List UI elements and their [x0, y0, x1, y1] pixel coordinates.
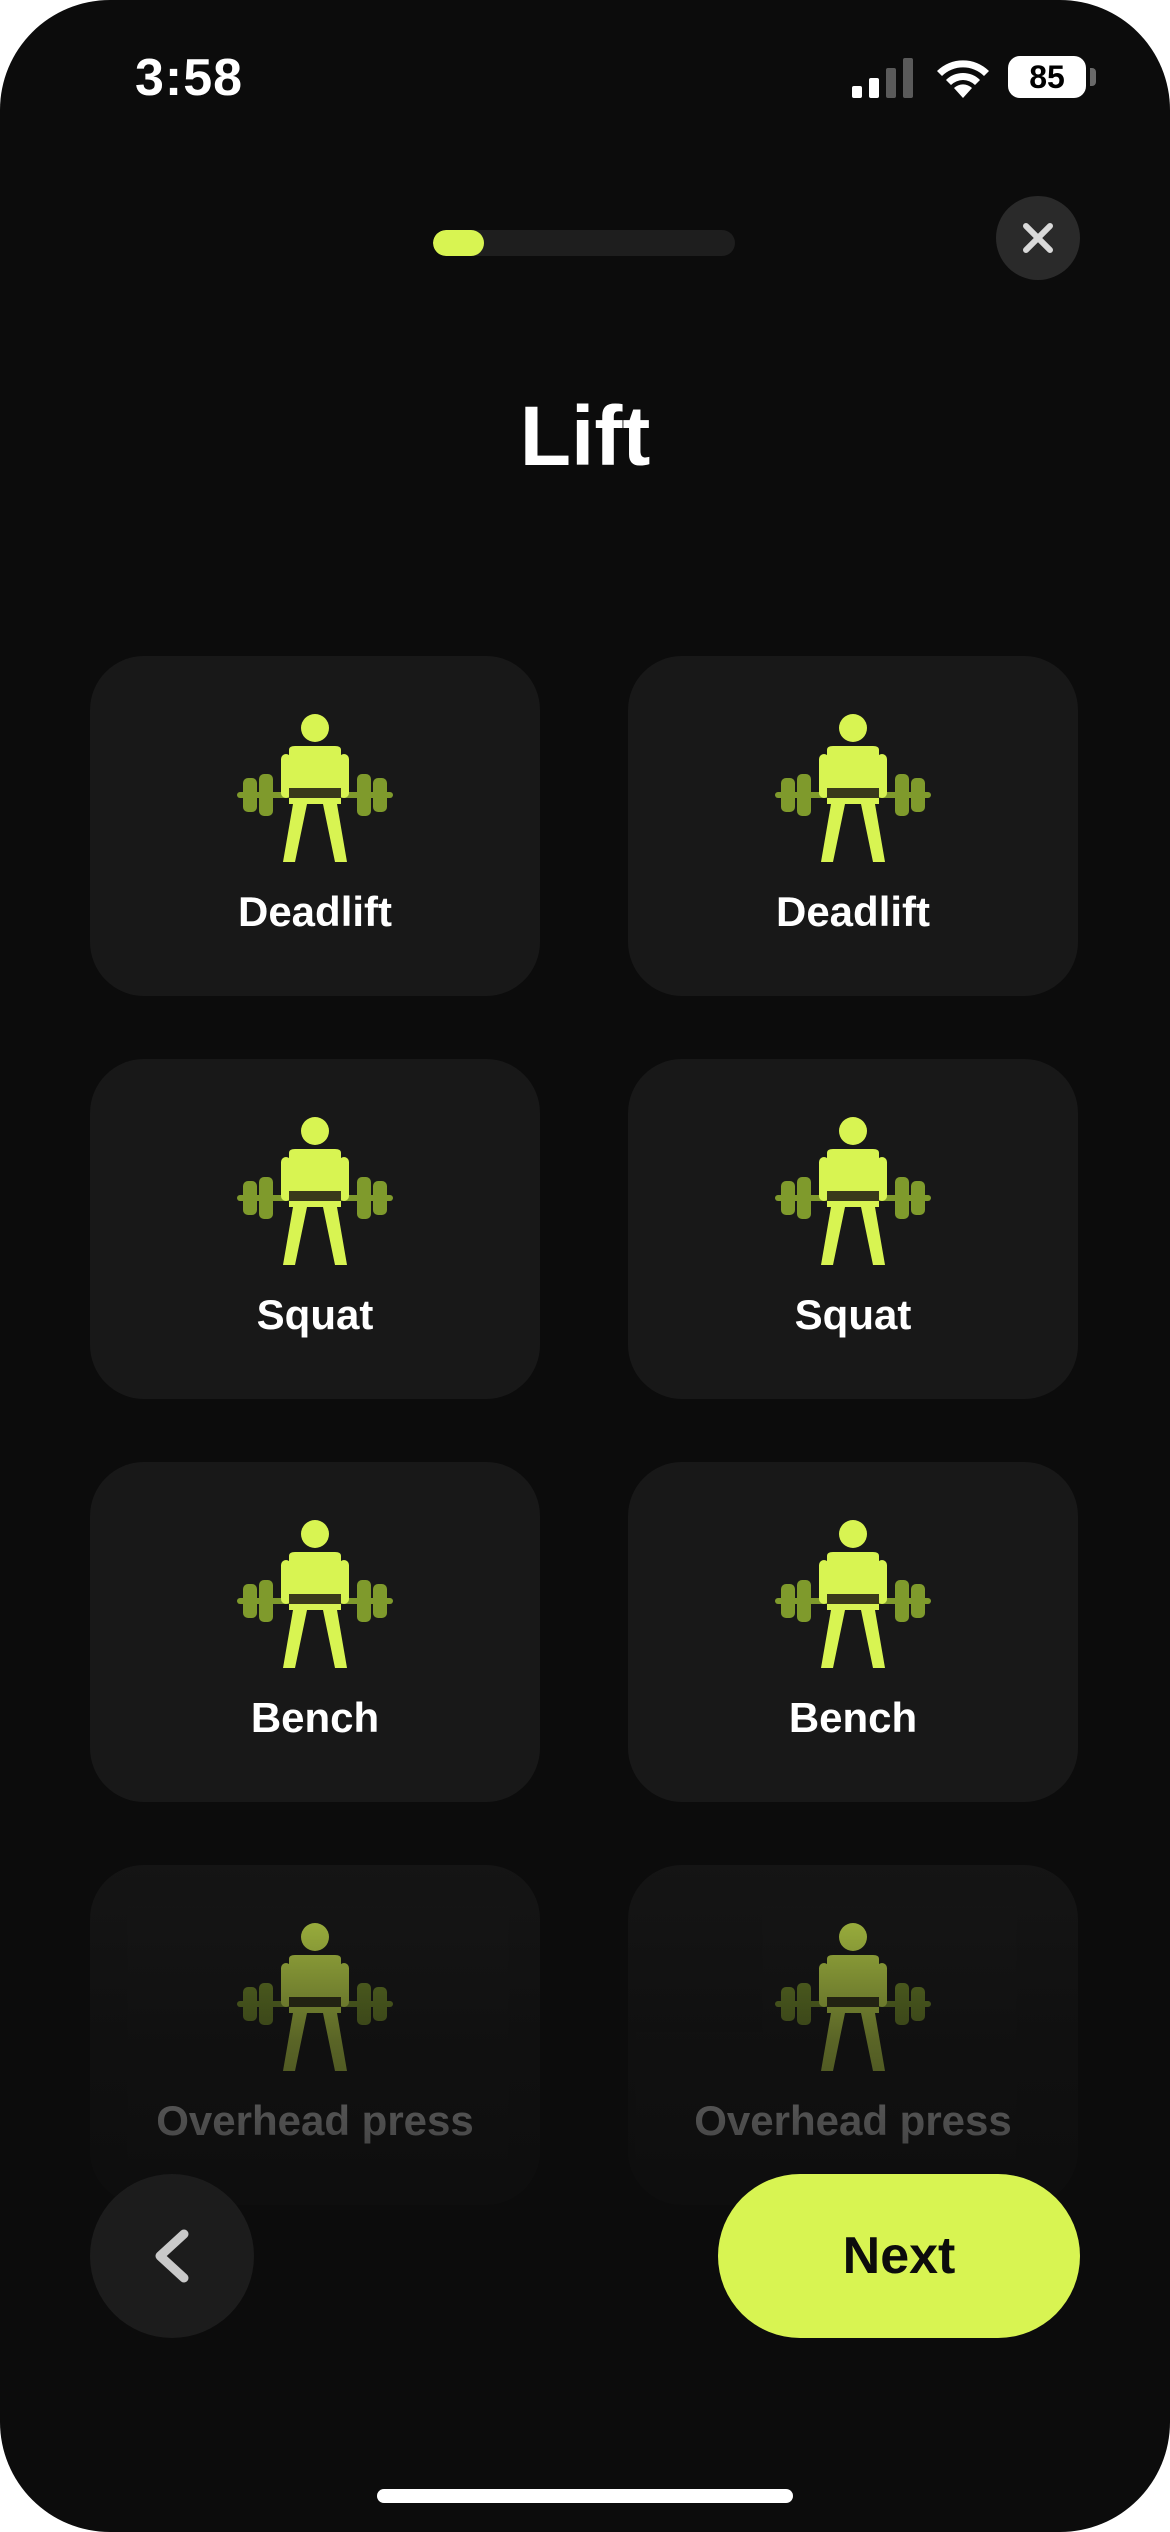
- lift-option-card[interactable]: Deadlift: [628, 656, 1078, 996]
- progress-bar: [433, 230, 735, 256]
- phone-screen: 3:58 85 Lift Deadlift Deadlift Squat Squat B…: [0, 0, 1170, 2532]
- page-title: Lift: [519, 389, 651, 483]
- battery-cap: [1090, 68, 1096, 86]
- lift-option-card[interactable]: Overhead press: [628, 1865, 1078, 2205]
- wifi-icon: [937, 60, 989, 98]
- next-button[interactable]: Next: [718, 2174, 1080, 2338]
- lift-option-card[interactable]: Squat: [90, 1059, 540, 1399]
- status-time: 3:58: [135, 49, 244, 107]
- lift-option-label: Deadlift: [237, 888, 392, 935]
- lift-option-label: Squat: [794, 1291, 912, 1338]
- home-indicator: [377, 2489, 793, 2503]
- weightlifter-icon: [237, 1520, 393, 1674]
- lift-option-card[interactable]: Deadlift: [90, 656, 540, 996]
- weightlifter-icon: [775, 1520, 931, 1674]
- weightlifter-icon: [775, 1923, 931, 2077]
- lift-option-card[interactable]: Squat: [628, 1059, 1078, 1399]
- status-bar: 3:58 85: [0, 0, 1170, 150]
- lift-option-label: Overhead press: [156, 2097, 474, 2144]
- lift-option-card[interactable]: Bench: [90, 1462, 540, 1802]
- weightlifter-icon: [237, 714, 393, 868]
- close-icon: [1023, 223, 1053, 253]
- close-button[interactable]: [996, 196, 1080, 280]
- cellular-signal-icon: [852, 58, 913, 98]
- chevron-left-icon: [155, 2229, 189, 2283]
- lift-option-label: Deadlift: [775, 888, 930, 935]
- lift-option-label: Bench: [250, 1694, 380, 1741]
- lift-option-card[interactable]: Overhead press: [90, 1865, 540, 2205]
- lift-option-label: Bench: [788, 1694, 918, 1741]
- lift-option-label: Overhead press: [694, 2097, 1012, 2144]
- back-button[interactable]: [90, 2174, 254, 2338]
- lift-option-card[interactable]: Bench: [628, 1462, 1078, 1802]
- weightlifter-icon: [237, 1923, 393, 2077]
- lift-option-label: Squat: [256, 1291, 374, 1338]
- weightlifter-icon: [775, 1117, 931, 1271]
- weightlifter-icon: [237, 1117, 393, 1271]
- progress-fill: [433, 230, 485, 256]
- battery-indicator: 85: [1008, 56, 1086, 98]
- weightlifter-icon: [775, 714, 931, 868]
